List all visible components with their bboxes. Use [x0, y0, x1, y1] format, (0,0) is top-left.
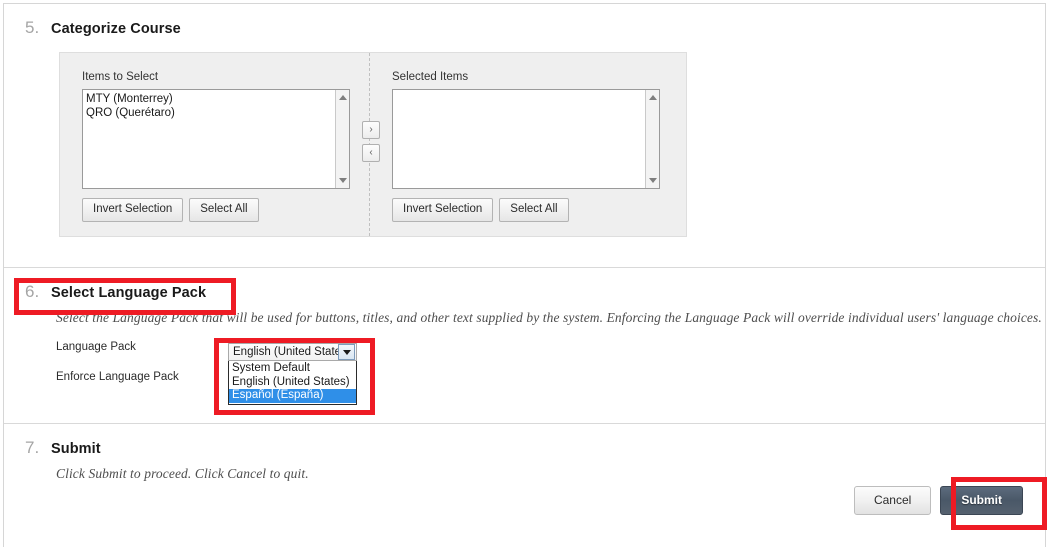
step-7-header: 7. Submit [4, 424, 1045, 458]
form-page: 5. Categorize Course Items to Select MTY… [3, 3, 1047, 548]
items-to-select-label: Items to Select [82, 71, 159, 83]
step-6-title: Select Language Pack [51, 285, 207, 301]
move-buttons-group: › ‹ [362, 121, 382, 162]
step-6-description: Select the Language Pack that will be us… [56, 310, 1042, 325]
dropdown-option-english-united-states[interactable]: English (United States) [229, 376, 356, 390]
select-all-button-left[interactable]: Select All [189, 198, 259, 222]
cancel-button[interactable]: Cancel [853, 486, 932, 516]
language-pack-dropdown[interactable]: English (United States) System Default E… [228, 343, 357, 405]
step-7-title: Submit [51, 441, 101, 457]
items-to-select-scrollbar[interactable] [335, 90, 349, 188]
items-to-select-listbox[interactable]: MTY (Monterrey) QRO (Querétaro) [82, 89, 350, 189]
step-6-number: 6. [25, 282, 40, 301]
dropdown-option-espanol-espana[interactable]: Español (España) [229, 389, 356, 403]
scroll-down-icon[interactable] [646, 174, 659, 187]
select-all-button-right[interactable]: Select All [499, 198, 569, 222]
items-to-select-column: Items to Select MTY (Monterrey) QRO (Que… [60, 53, 371, 236]
invert-selection-button-left[interactable]: Invert Selection [82, 198, 184, 222]
selected-items-options[interactable] [393, 90, 645, 92]
form-actions: Cancel Submit [853, 486, 1023, 516]
chevron-down-icon[interactable] [338, 344, 355, 360]
language-pack-dropdown-options[interactable]: System Default English (United States) E… [228, 361, 357, 405]
category-picker-panel: Items to Select MTY (Monterrey) QRO (Que… [59, 52, 687, 237]
section-categorize-course: 5. Categorize Course Items to Select MTY… [4, 4, 1045, 267]
submit-button[interactable]: Submit [940, 486, 1023, 516]
selected-items-listbox[interactable] [392, 89, 661, 189]
dropdown-option-system-default[interactable]: System Default [229, 362, 356, 376]
selected-items-label: Selected Items [392, 71, 469, 83]
scroll-up-icon[interactable] [646, 91, 659, 104]
scroll-down-icon[interactable] [336, 174, 349, 187]
section-select-language-pack: 6. Select Language Pack Select the Langu… [4, 267, 1045, 423]
list-item[interactable]: QRO (Querétaro) [86, 106, 335, 120]
section-submit: 7. Submit Click Submit to proceed. Click… [4, 423, 1045, 548]
step-6-header: 6. Select Language Pack [4, 268, 1045, 302]
move-right-button[interactable]: › [362, 121, 380, 139]
scroll-up-icon[interactable] [336, 91, 349, 104]
enforce-language-pack-row: Enforce Language Pack [4, 367, 1045, 397]
step-5-number: 5. [25, 18, 40, 37]
selected-items-buttons: Invert Selection Select All [392, 198, 686, 222]
enforce-language-pack-label: Enforce Language Pack [56, 371, 179, 383]
step-7-number: 7. [25, 438, 40, 457]
selected-items-scrollbar[interactable] [645, 90, 660, 188]
items-to-select-buttons: Invert Selection Select All [82, 198, 369, 222]
list-item[interactable]: MTY (Monterrey) [86, 92, 335, 106]
language-pack-row: Language Pack [4, 337, 1045, 367]
language-pack-dropdown-control[interactable]: English (United States) [228, 343, 357, 361]
step-7-description: Click Submit to proceed. Click Cancel to… [56, 466, 309, 481]
invert-selection-button-right[interactable]: Invert Selection [392, 198, 494, 222]
step-5-header: 5. Categorize Course [4, 4, 1045, 38]
language-pack-label: Language Pack [56, 341, 136, 353]
step-5-title: Categorize Course [51, 21, 181, 37]
move-left-button[interactable]: ‹ [362, 144, 380, 162]
selected-items-column: Selected Items Invert Selection Select A… [370, 53, 686, 236]
language-pack-selected-value: English (United States) [233, 346, 338, 358]
items-to-select-options[interactable]: MTY (Monterrey) QRO (Querétaro) [83, 90, 335, 120]
